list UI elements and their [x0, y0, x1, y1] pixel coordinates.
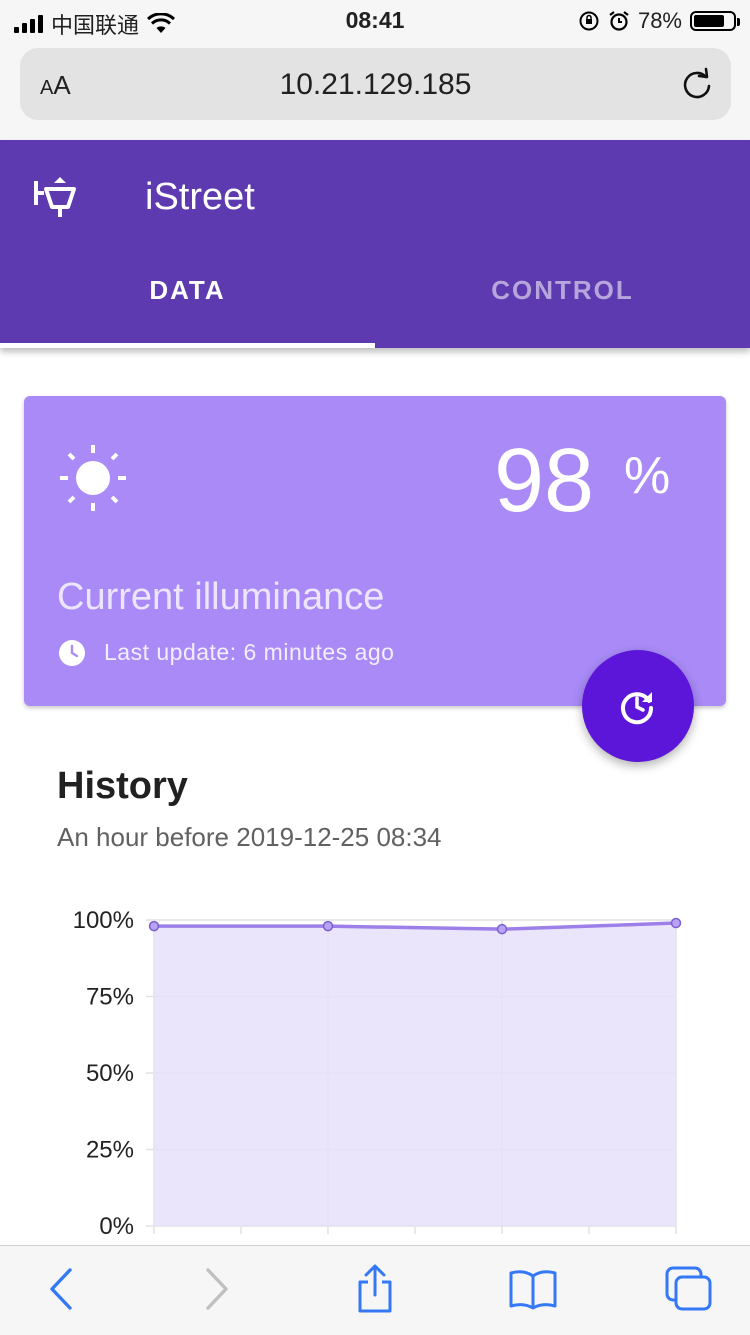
browser-toolbar	[0, 1245, 750, 1335]
rotation-lock-icon	[579, 11, 599, 31]
share-button[interactable]	[350, 1264, 400, 1314]
share-icon	[358, 1264, 392, 1313]
illuminance-value: 98	[494, 431, 595, 531]
y-tick-label: 0%	[99, 1213, 134, 1240]
refresh-button[interactable]	[582, 650, 694, 762]
illuminance-label: Current illuminance	[57, 576, 385, 618]
tabs-button[interactable]	[664, 1264, 714, 1314]
bookmarks-button[interactable]	[508, 1264, 558, 1314]
app-title: iStreet	[145, 176, 255, 218]
street-lamp-icon	[34, 177, 76, 217]
sun-icon	[60, 445, 126, 511]
chevron-left-icon	[50, 1268, 72, 1310]
battery-icon	[690, 11, 740, 31]
url-text[interactable]: 10.21.129.185	[20, 68, 731, 102]
y-tick-label: 75%	[86, 984, 134, 1011]
tab-control[interactable]: CONTROL	[375, 275, 750, 306]
status-bar: 中国联通 08:41 78%	[0, 0, 750, 42]
data-point	[496, 923, 508, 935]
reload-icon[interactable]	[679, 66, 715, 102]
data-point	[322, 920, 334, 932]
y-tick-label: 25%	[86, 1137, 134, 1164]
browser-address-area: AA 10.21.129.185	[0, 42, 750, 140]
chevron-right-icon	[206, 1268, 228, 1310]
data-point	[670, 917, 682, 929]
tab-indicator	[0, 343, 375, 348]
clock-icon	[59, 640, 85, 666]
history-subtitle: An hour before 2019-12-25 08:34	[57, 822, 442, 852]
book-icon	[509, 1270, 557, 1310]
y-tick-label: 100%	[73, 907, 134, 934]
address-bar[interactable]: AA 10.21.129.185	[20, 48, 731, 120]
illuminance-unit: %	[624, 447, 671, 505]
tabs-icon	[665, 1266, 712, 1311]
battery-percent: 78%	[637, 8, 682, 33]
data-point	[148, 920, 160, 932]
tab-data[interactable]: DATA	[0, 275, 375, 306]
app-bar: iStreet DATA CONTROL	[0, 140, 750, 348]
series-area	[154, 923, 676, 1226]
status-right: 78%	[578, 8, 740, 34]
back-button[interactable]	[36, 1264, 86, 1314]
history-chart: 100% 75% 50% 25% 0%	[73, 907, 682, 1240]
alarm-icon	[609, 11, 629, 31]
history-refresh-icon	[621, 692, 654, 725]
history-title: History	[57, 765, 188, 807]
forward-button[interactable]	[192, 1264, 242, 1314]
last-update-text: Last update: 6 minutes ago	[104, 639, 395, 665]
y-tick-label: 50%	[86, 1060, 134, 1087]
